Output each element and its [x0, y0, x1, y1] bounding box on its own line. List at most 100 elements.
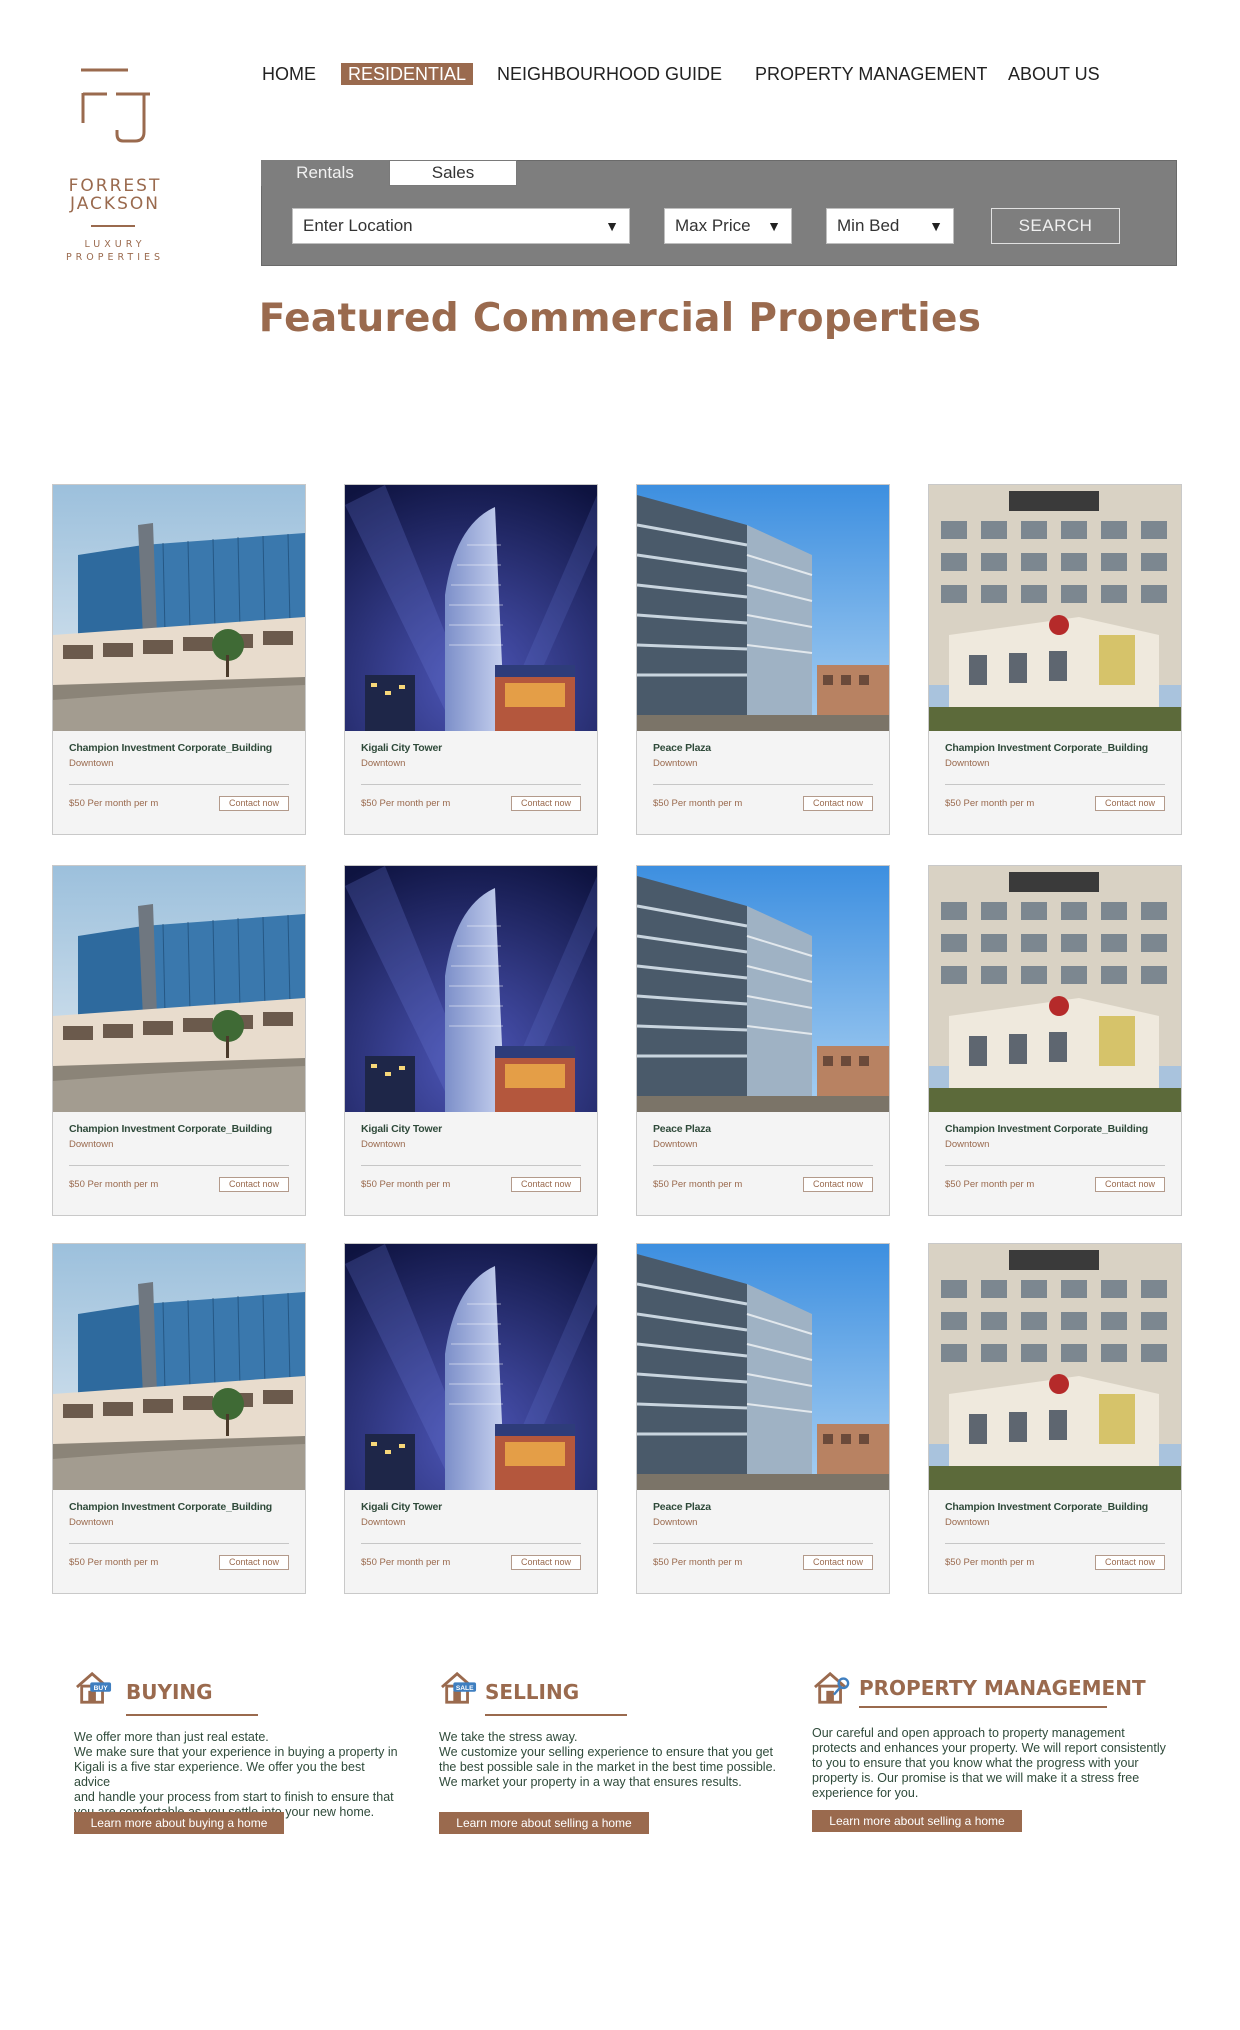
- property-location: Downtown: [945, 758, 990, 769]
- card-divider: [361, 1543, 581, 1544]
- property-photo[interactable]: [637, 866, 889, 1112]
- location-select-value: Enter Location: [303, 216, 413, 235]
- nav-item-neighbourhood-guide[interactable]: NEIGHBOURHOOD GUIDE: [497, 62, 722, 86]
- property-card[interactable]: Champion Investment Corporate_Building Do…: [928, 484, 1182, 835]
- contact-now-button[interactable]: Contact now: [803, 1555, 873, 1570]
- chevron-down-icon: ▼: [605, 218, 619, 234]
- contact-now-button[interactable]: Contact now: [1095, 796, 1165, 811]
- svg-text:SALE: SALE: [456, 1685, 474, 1692]
- learn-buying-button[interactable]: Learn more about buying a home: [74, 1812, 284, 1834]
- property-card[interactable]: Champion Investment Corporate_Building Do…: [52, 1243, 306, 1594]
- property-photo[interactable]: [53, 866, 305, 1112]
- property-title: Champion Investment Corporate_Building: [945, 1501, 1148, 1513]
- property-photo[interactable]: [53, 485, 305, 731]
- property-price: $50 Per month per m: [69, 1557, 159, 1568]
- card-divider: [945, 1165, 1165, 1166]
- property-photo[interactable]: [345, 485, 597, 731]
- property-title: Peace Plaza: [653, 1501, 711, 1513]
- property-card[interactable]: Champion Investment Corporate_Building Do…: [52, 484, 306, 835]
- contact-now-button[interactable]: Contact now: [511, 1555, 581, 1570]
- contact-now-button[interactable]: Contact now: [219, 1177, 289, 1192]
- property-photo[interactable]: [53, 1244, 305, 1490]
- nav-item-about-us[interactable]: ABOUT US: [1008, 62, 1100, 86]
- property-photo[interactable]: [929, 866, 1181, 1112]
- chevron-down-icon: ▼: [929, 218, 943, 234]
- max-price-select[interactable]: Max Price ▼: [664, 208, 792, 244]
- min-bed-select-value: Min Bed: [837, 216, 900, 235]
- property-title: Kigali City Tower: [361, 1123, 442, 1135]
- search-button[interactable]: SEARCH: [991, 208, 1120, 244]
- contact-now-button[interactable]: Contact now: [803, 796, 873, 811]
- contact-now-button[interactable]: Contact now: [219, 796, 289, 811]
- property-card[interactable]: Kigali City Tower Downtown $50 Per month p…: [344, 865, 598, 1216]
- buying-text: We offer more than just real estate. We …: [74, 1730, 398, 1819]
- property-card[interactable]: Kigali City Tower Downtown $50 Per month p…: [344, 484, 598, 835]
- brand-logo[interactable]: FORREST JACKSON LUXURY PROPERTIES: [60, 66, 170, 266]
- nav-item-residential[interactable]: RESIDENTIAL: [341, 63, 474, 85]
- contact-now-button[interactable]: Contact now: [803, 1177, 873, 1192]
- property-photo[interactable]: [345, 1244, 597, 1490]
- property-card[interactable]: Peace Plaza Downtown $50 Per month per m Co…: [636, 865, 890, 1216]
- property-card[interactable]: Kigali City Tower Downtown $50 Per month p…: [344, 1243, 598, 1594]
- contact-now-button[interactable]: Contact now: [219, 1555, 289, 1570]
- house-buy-icon: BUY: [76, 1671, 112, 1704]
- nav-item-property-management[interactable]: PROPERTY MANAGEMENT: [755, 62, 987, 86]
- nav-item-home[interactable]: HOME: [262, 62, 316, 86]
- tab-rentals[interactable]: Rentals: [261, 160, 389, 186]
- card-divider: [69, 784, 289, 785]
- contact-now-button[interactable]: Contact now: [511, 796, 581, 811]
- property-location: Downtown: [653, 1139, 698, 1150]
- location-select[interactable]: Enter Location ▼: [292, 208, 630, 244]
- property-location: Downtown: [69, 1517, 114, 1528]
- buying-title: BUYING: [126, 1680, 213, 1704]
- fj-monogram-icon: [81, 68, 150, 143]
- property-photo[interactable]: [345, 866, 597, 1112]
- property-management-title: PROPERTY MANAGEMENT: [859, 1676, 1146, 1700]
- property-price: $50 Per month per m: [361, 798, 451, 809]
- property-photo[interactable]: [637, 1244, 889, 1490]
- property-photo[interactable]: [929, 1244, 1181, 1490]
- contact-now-button[interactable]: Contact now: [1095, 1555, 1165, 1570]
- property-location: Downtown: [653, 758, 698, 769]
- learn-selling-button[interactable]: Learn more about selling a home: [439, 1812, 649, 1834]
- min-bed-select[interactable]: Min Bed ▼: [826, 208, 954, 244]
- card-divider: [69, 1543, 289, 1544]
- page-title: Featured Commercial Properties: [258, 296, 982, 341]
- property-card[interactable]: Peace Plaza Downtown $50 Per month per m Co…: [636, 484, 890, 835]
- property-management-underline: [859, 1706, 1107, 1708]
- property-card[interactable]: Champion Investment Corporate_Building Do…: [52, 865, 306, 1216]
- property-title: Peace Plaza: [653, 1123, 711, 1135]
- card-divider: [945, 1543, 1165, 1544]
- property-price: $50 Per month per m: [361, 1557, 451, 1568]
- card-divider: [653, 1165, 873, 1166]
- property-location: Downtown: [653, 1517, 698, 1528]
- brand-tagline-line2: PROPERTIES: [65, 252, 165, 263]
- property-card[interactable]: Champion Investment Corporate_Building Do…: [928, 865, 1182, 1216]
- brand-name-line1: FORREST: [68, 176, 162, 196]
- contact-now-button[interactable]: Contact now: [1095, 1177, 1165, 1192]
- contact-now-button[interactable]: Contact now: [511, 1177, 581, 1192]
- property-location: Downtown: [69, 758, 114, 769]
- property-price: $50 Per month per m: [653, 1557, 743, 1568]
- property-price: $50 Per month per m: [653, 798, 743, 809]
- property-location: Downtown: [361, 1139, 406, 1150]
- card-divider: [653, 1543, 873, 1544]
- learn-management-button[interactable]: Learn more about selling a home: [812, 1810, 1022, 1832]
- property-price: $50 Per month per m: [945, 1557, 1035, 1568]
- property-photo[interactable]: [929, 485, 1181, 731]
- property-card[interactable]: Champion Investment Corporate_Building Do…: [928, 1243, 1182, 1594]
- chevron-down-icon: ▼: [767, 218, 781, 234]
- property-card[interactable]: Peace Plaza Downtown $50 Per month per m Co…: [636, 1243, 890, 1594]
- property-title: Champion Investment Corporate_Building: [945, 742, 1148, 754]
- house-sale-icon: SALE: [441, 1671, 477, 1704]
- property-photo[interactable]: [637, 485, 889, 731]
- property-price: $50 Per month per m: [945, 1179, 1035, 1190]
- selling-text: We take the stress away. We customize yo…: [439, 1730, 776, 1789]
- tab-sales[interactable]: Sales: [389, 160, 517, 186]
- house-key-icon: [814, 1671, 850, 1704]
- card-divider: [361, 1165, 581, 1166]
- property-price: $50 Per month per m: [945, 798, 1035, 809]
- property-title: Peace Plaza: [653, 742, 711, 754]
- card-divider: [69, 1165, 289, 1166]
- property-title: Kigali City Tower: [361, 742, 442, 754]
